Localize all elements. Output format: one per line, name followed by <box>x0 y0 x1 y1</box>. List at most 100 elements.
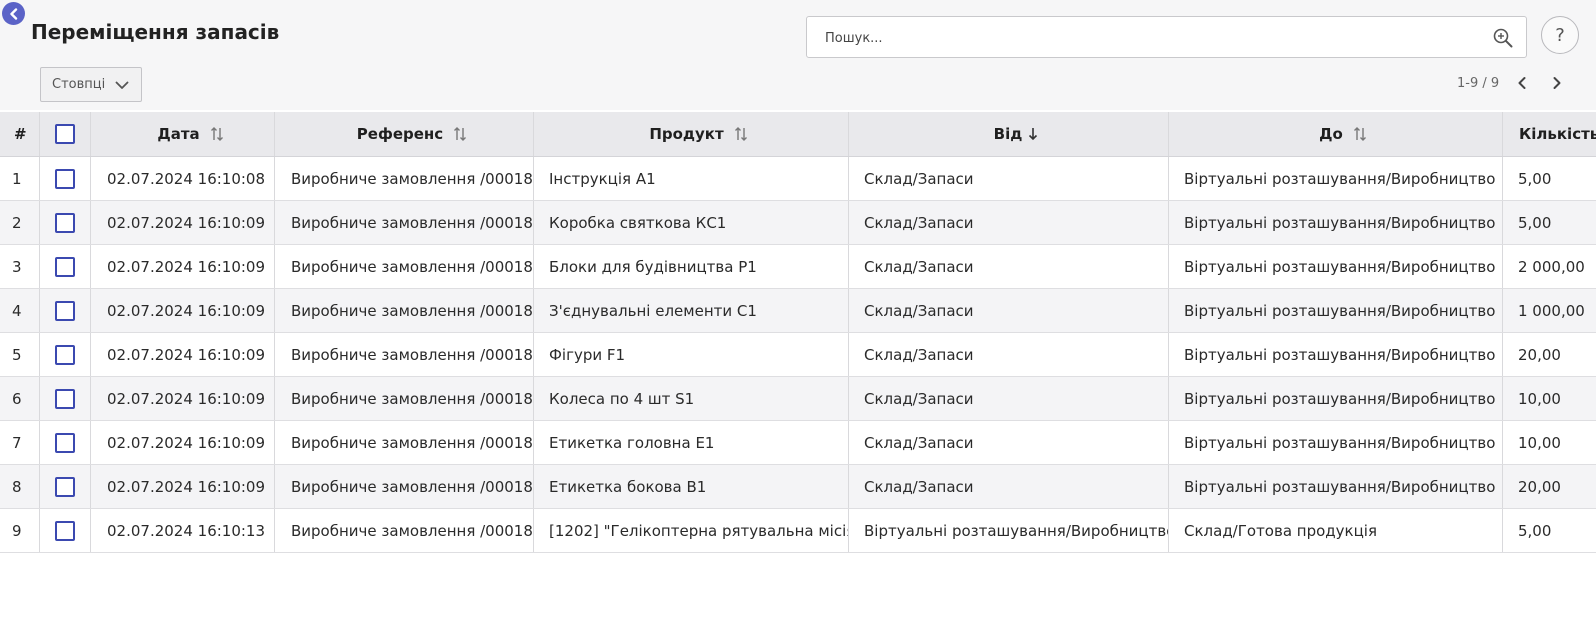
quantity-cell: 10,00 <box>1518 433 1561 452</box>
to-location-cell: Віртуальні розташування/Виробництво <box>1169 465 1503 508</box>
from-location-cell: Склад/Запаси <box>849 333 1169 376</box>
row-number: 8 <box>0 465 40 508</box>
column-header-label: Референс <box>356 125 444 143</box>
product-cell: Етикетка бокова В1 <box>534 465 849 508</box>
row-checkbox[interactable] <box>55 300 75 321</box>
date-cell: 02.07.2024 16:10:09 <box>91 333 275 376</box>
columns-dropdown[interactable]: Стовпці <box>40 67 142 102</box>
help-button[interactable]: ? <box>1541 16 1579 54</box>
quantity-cell: 5,00 <box>1518 169 1552 188</box>
column-header-number: # <box>0 112 40 156</box>
table-row[interactable]: 7 02.07.2024 16:10:09 Виробниче замовлен… <box>0 421 1596 465</box>
quantity-cell: 10,00 <box>1518 389 1561 408</box>
table-header-row: # Дата Референс Продукт Від До Кількість <box>0 112 1596 157</box>
table-row[interactable]: 1 02.07.2024 16:10:08 Виробниче замовлен… <box>0 157 1596 201</box>
row-select-cell <box>40 245 91 288</box>
to-location-cell: Віртуальні розташування/Виробництво <box>1169 289 1503 332</box>
quantity-cell: 5,00 <box>1518 521 1552 540</box>
row-checkbox[interactable] <box>55 168 75 189</box>
columns-label: Стовпці <box>52 77 106 92</box>
back-button[interactable] <box>2 2 25 25</box>
quantity-cell: 20,00 <box>1518 477 1561 496</box>
sort-icon <box>734 127 747 141</box>
quantity-cell: 1 000,00 <box>1518 301 1585 320</box>
row-number: 3 <box>0 245 40 288</box>
column-header-quantity[interactable]: Кількість <box>1503 112 1596 156</box>
next-page-icon[interactable] <box>1549 73 1565 93</box>
table-row[interactable]: 9 02.07.2024 16:10:13 Виробниче замовлен… <box>0 509 1596 553</box>
product-cell: Етикетка головна Е1 <box>534 421 849 464</box>
column-header-from[interactable]: Від <box>849 112 1169 156</box>
row-checkbox[interactable] <box>55 388 75 409</box>
row-checkbox[interactable] <box>55 344 75 365</box>
table-row[interactable]: 8 02.07.2024 16:10:09 Виробниче замовлен… <box>0 465 1596 509</box>
table-row[interactable]: 2 02.07.2024 16:10:09 Виробниче замовлен… <box>0 201 1596 245</box>
to-location-cell: Віртуальні розташування/Виробництво <box>1169 201 1503 244</box>
reference-cell: Виробниче замовлення /00018 <box>275 509 534 552</box>
product-cell: Блоки для будівництва Р1 <box>534 245 849 288</box>
select-all-checkbox[interactable] <box>55 124 75 144</box>
to-location-cell: Віртуальні розташування/Виробництво <box>1169 245 1503 288</box>
chevron-down-icon <box>115 81 129 89</box>
column-header-to[interactable]: До <box>1169 112 1503 156</box>
chevron-left-icon <box>9 7 17 20</box>
page-header: Переміщення запасів ? Стовпці 1-9 / 9 <box>0 0 1596 110</box>
sort-icon <box>1353 127 1366 141</box>
row-select-cell <box>40 333 91 376</box>
reference-cell: Виробниче замовлення /00018 <box>275 421 534 464</box>
from-location-cell: Склад/Запаси <box>849 245 1169 288</box>
reference-cell: Виробниче замовлення /00018 <box>275 245 534 288</box>
row-number: 6 <box>0 377 40 420</box>
row-checkbox[interactable] <box>55 432 75 453</box>
column-header-product[interactable]: Продукт <box>534 112 849 156</box>
row-checkbox[interactable] <box>55 476 75 497</box>
product-cell: Колеса по 4 шт S1 <box>534 377 849 420</box>
column-header-label: Від <box>993 125 1023 143</box>
date-cell: 02.07.2024 16:10:09 <box>91 465 275 508</box>
row-select-cell <box>40 421 91 464</box>
row-select-cell <box>40 157 91 200</box>
quantity-cell: 20,00 <box>1518 345 1561 364</box>
row-select-cell <box>40 465 91 508</box>
from-location-cell: Склад/Запаси <box>849 421 1169 464</box>
table-row[interactable]: 4 02.07.2024 16:10:09 Виробниче замовлен… <box>0 289 1596 333</box>
search-input[interactable] <box>825 28 1465 48</box>
sort-icon <box>454 127 467 141</box>
row-checkbox[interactable] <box>55 212 75 233</box>
row-number: 5 <box>0 333 40 376</box>
stock-moves-page: Переміщення запасів ? Стовпці 1-9 / 9 <box>0 0 1596 622</box>
search-icon[interactable] <box>1492 27 1514 49</box>
row-checkbox[interactable] <box>55 256 75 277</box>
from-location-cell: Склад/Запаси <box>849 465 1169 508</box>
date-cell: 02.07.2024 16:10:08 <box>91 157 275 200</box>
row-select-cell <box>40 509 91 552</box>
column-header-reference[interactable]: Референс <box>275 112 534 156</box>
to-location-cell: Віртуальні розташування/Виробництво <box>1169 421 1503 464</box>
table-row[interactable]: 5 02.07.2024 16:10:09 Виробниче замовлен… <box>0 333 1596 377</box>
date-cell: 02.07.2024 16:10:09 <box>91 421 275 464</box>
to-location-cell: Віртуальні розташування/Виробництво <box>1169 333 1503 376</box>
date-cell: 02.07.2024 16:10:09 <box>91 377 275 420</box>
row-number: 7 <box>0 421 40 464</box>
quantity-cell: 2 000,00 <box>1518 257 1585 276</box>
from-location-cell: Віртуальні розташування/Виробництво <box>849 509 1169 552</box>
arrow-down-icon <box>1029 128 1038 141</box>
search-box[interactable] <box>806 16 1527 58</box>
column-header-date[interactable]: Дата <box>91 112 275 156</box>
reference-cell: Виробниче замовлення /00018 <box>275 333 534 376</box>
date-cell: 02.07.2024 16:10:13 <box>91 509 275 552</box>
date-cell: 02.07.2024 16:10:09 <box>91 201 275 244</box>
quantity-cell: 5,00 <box>1518 213 1552 232</box>
row-checkbox[interactable] <box>55 520 75 541</box>
to-location-cell: Склад/Готова продукція <box>1169 509 1503 552</box>
prev-page-icon[interactable] <box>1514 73 1530 93</box>
select-all-cell <box>40 112 91 156</box>
date-cell: 02.07.2024 16:10:09 <box>91 289 275 332</box>
date-cell: 02.07.2024 16:10:09 <box>91 245 275 288</box>
table-row[interactable]: 3 02.07.2024 16:10:09 Виробниче замовлен… <box>0 245 1596 289</box>
column-header-label: Продукт <box>649 125 724 143</box>
table-row[interactable]: 6 02.07.2024 16:10:09 Виробниче замовлен… <box>0 377 1596 421</box>
page-title: Переміщення запасів <box>31 20 280 44</box>
reference-cell: Виробниче замовлення /00018 <box>275 465 534 508</box>
row-number: 2 <box>0 201 40 244</box>
